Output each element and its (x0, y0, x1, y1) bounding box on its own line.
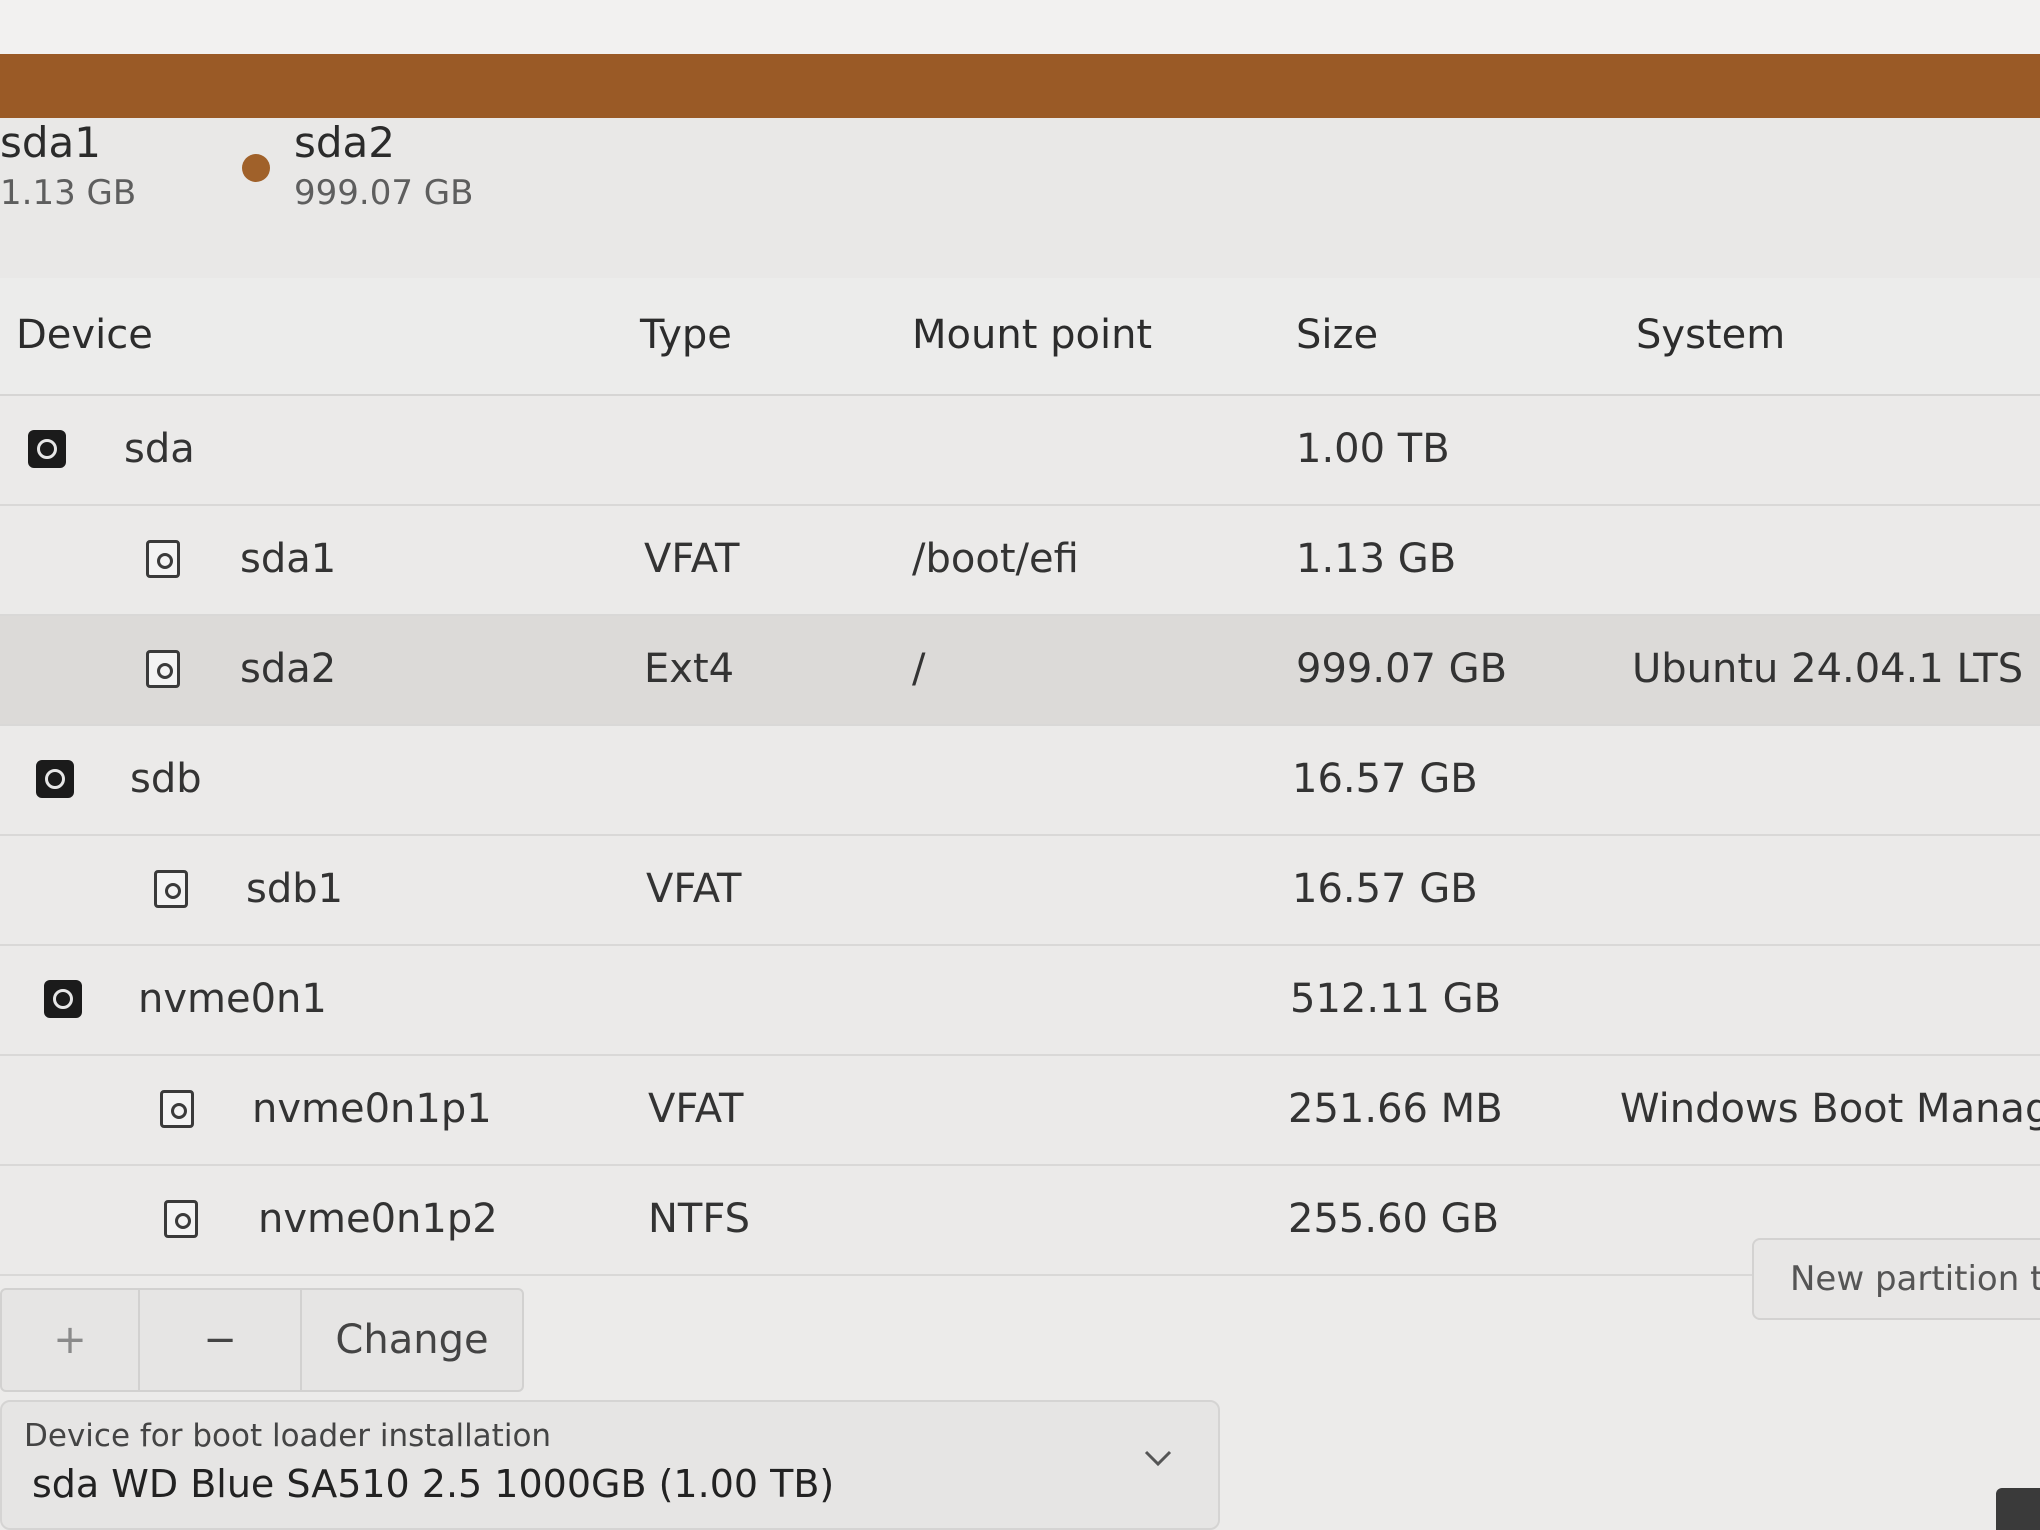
device-name: sdb1 (246, 866, 344, 912)
disk-icon (28, 430, 66, 468)
device-name: sda1 (240, 536, 337, 582)
chevron-down-icon (1144, 1450, 1172, 1467)
table-row-nvme0n1p1[interactable]: nvme0n1p1 VFAT 251.66 MB Windows Boot Ma… (0, 1056, 2040, 1166)
legend-name: sda2 (294, 118, 396, 167)
size-cell: 1.13 GB (1296, 536, 1457, 582)
device-name: nvme0n1p1 (252, 1086, 492, 1132)
device-name: nvme0n1 (138, 976, 327, 1022)
column-header-device[interactable]: Device (16, 312, 153, 358)
table-row-sdb[interactable]: sdb 16.57 GB (0, 726, 2040, 836)
device-name: sda (124, 426, 195, 472)
legend-size: 999.07 GB (294, 173, 474, 213)
table-row-nvme0n1p2[interactable]: nvme0n1p2 NTFS 255.60 GB (0, 1166, 2040, 1276)
partition-icon (146, 650, 180, 688)
size-cell: 999.07 GB (1296, 646, 1508, 692)
boot-loader-selected-device: sda WD Blue SA510 2.5 1000GB (1.00 TB) (32, 1462, 835, 1506)
table-row-sda2[interactable]: sda2 Ext4 / 999.07 GB Ubuntu 24.04.1 LTS (0, 616, 2040, 726)
legend-item-sda1: sda1 1.13 GB (0, 118, 136, 213)
device-name: sda2 (240, 646, 337, 692)
type-cell: VFAT (646, 866, 742, 912)
change-partition-button[interactable]: Change (302, 1290, 522, 1390)
system-cell: Ubuntu 24.04.1 LTS (1632, 646, 2024, 692)
column-header-size[interactable]: Size (1296, 312, 1378, 358)
type-cell: NTFS (648, 1196, 751, 1242)
add-partition-button[interactable]: + (2, 1290, 138, 1390)
window-top-strip (0, 0, 2040, 54)
system-cell: Windows Boot Manager (1620, 1086, 2040, 1132)
partition-icon (164, 1200, 198, 1238)
partition-icon (154, 870, 188, 908)
type-cell: VFAT (648, 1086, 744, 1132)
partition-icon (146, 540, 180, 578)
disk-icon (44, 980, 82, 1018)
legend-name: sda1 (0, 118, 102, 167)
mount-cell: / (912, 646, 926, 692)
size-cell: 1.00 TB (1296, 426, 1450, 472)
size-cell: 16.57 GB (1292, 866, 1478, 912)
new-partition-table-button[interactable]: New partition tab (1752, 1238, 2040, 1320)
table-row-nvme0n1[interactable]: nvme0n1 512.11 GB (0, 946, 2040, 1056)
type-cell: Ext4 (644, 646, 735, 692)
table-row-sdb1[interactable]: sdb1 VFAT 16.57 GB (0, 836, 2040, 946)
partition-table-header: Device Type Mount point Size System (0, 278, 2040, 396)
type-cell: VFAT (644, 536, 740, 582)
mount-cell: /boot/efi (912, 536, 1079, 582)
boot-loader-label: Device for boot loader installation (24, 1418, 552, 1454)
remove-partition-button[interactable]: − (140, 1290, 300, 1390)
size-cell: 251.66 MB (1288, 1086, 1503, 1132)
table-row-sda1[interactable]: sda1 VFAT /boot/efi 1.13 GB (0, 506, 2040, 616)
size-cell: 512.11 GB (1290, 976, 1502, 1022)
disk-icon (36, 760, 74, 798)
column-header-system[interactable]: System (1636, 312, 1785, 358)
column-header-mount-point[interactable]: Mount point (912, 312, 1152, 358)
size-cell: 16.57 GB (1292, 756, 1478, 802)
legend-dot-sda2 (242, 154, 270, 182)
boot-loader-device-select[interactable]: Device for boot loader installation sda … (0, 1400, 1220, 1530)
legend-item-sda2: sda2 999.07 GB (294, 118, 473, 213)
partition-toolbar: + − Change (0, 1288, 524, 1392)
disk-usage-bar (0, 54, 2040, 118)
device-name: nvme0n1p2 (258, 1196, 498, 1242)
window-corner-element (1996, 1488, 2040, 1530)
table-row-sda[interactable]: sda 1.00 TB (0, 396, 2040, 506)
column-header-type[interactable]: Type (640, 312, 732, 358)
size-cell: 255.60 GB (1288, 1196, 1500, 1242)
partition-icon (160, 1090, 194, 1128)
device-name: sdb (130, 756, 202, 802)
legend-size: 1.13 GB (0, 173, 137, 213)
